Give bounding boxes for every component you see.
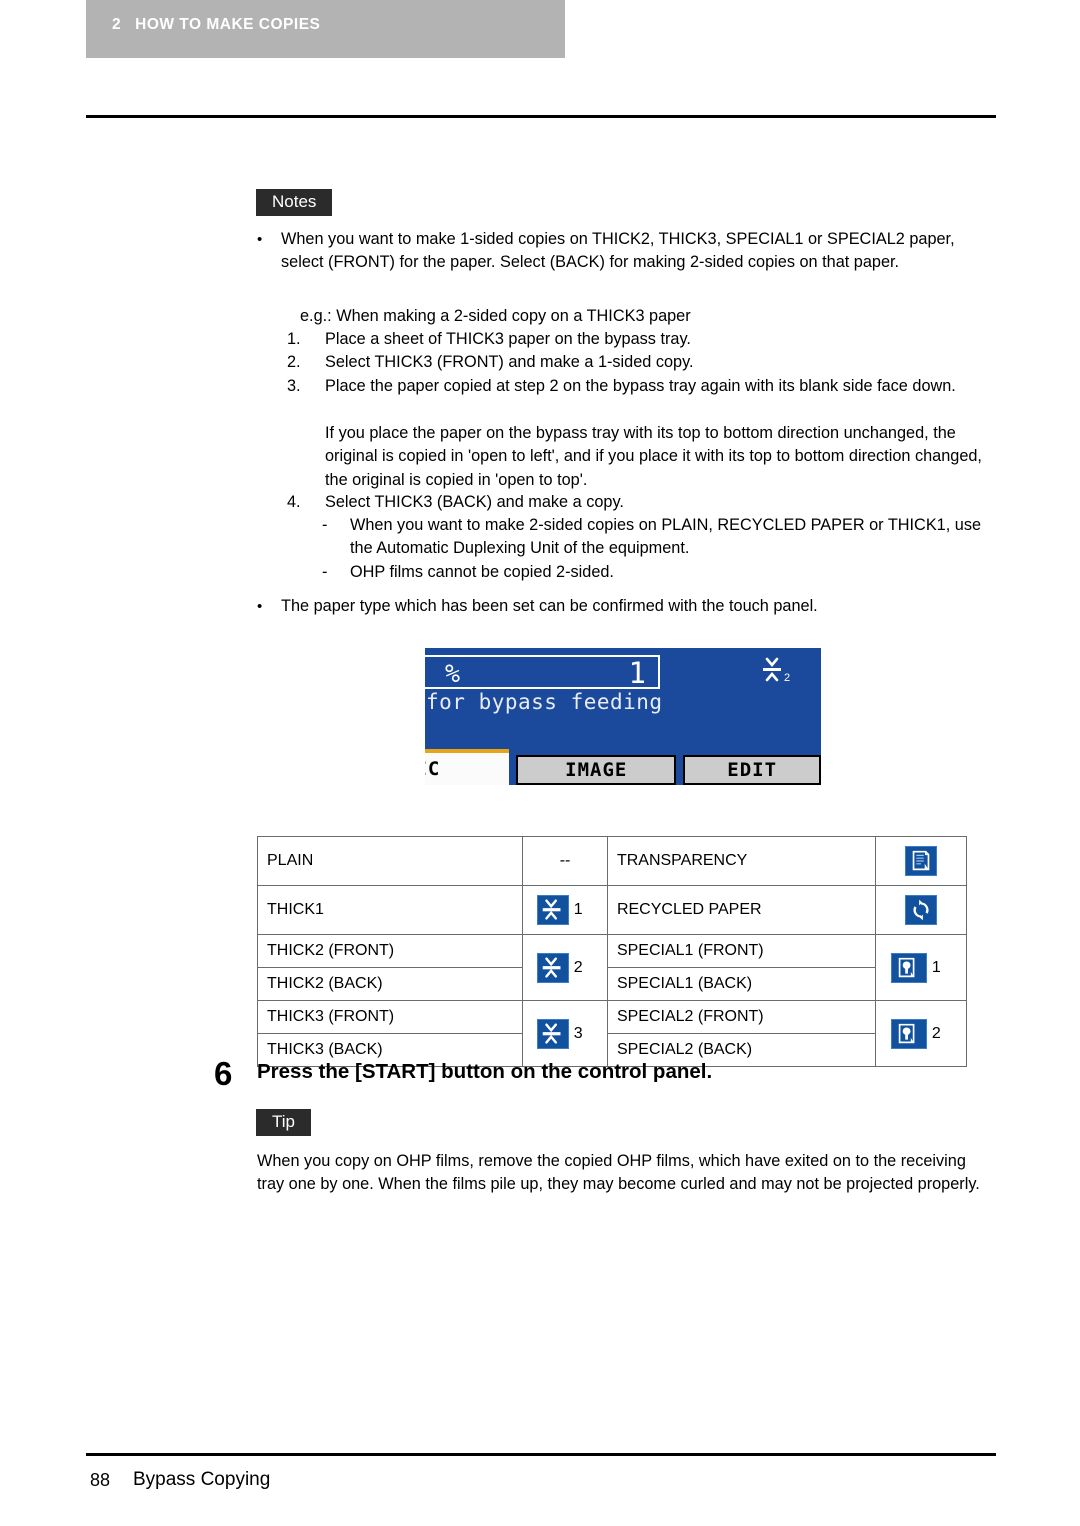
notes-bullet-1-text: When you want to make 1-sided copies on …	[281, 230, 955, 272]
notes-bullet-2: • The paper type which has been set can …	[257, 595, 982, 618]
paper-type-thick2-front: THICK2 (FRONT)	[256, 934, 524, 968]
step-text: Select THICK3 (BACK) and make a copy.	[325, 493, 624, 511]
thick3-icon: 3	[537, 1018, 592, 1049]
thick3-icon-cell: 3	[522, 1000, 608, 1067]
step-marker: 3.	[287, 377, 301, 395]
notes-badge: Notes	[256, 189, 333, 216]
tab-image[interactable]: IMAGE	[516, 755, 677, 785]
notes-step-3: 3. Place the paper copied at step 2 on t…	[287, 375, 987, 398]
percent-label: %	[445, 659, 461, 688]
chapter-title: HOW TO MAKE COPIES	[135, 16, 321, 33]
paper-type-plain: PLAIN	[256, 836, 524, 886]
paper-type-special1-back: SPECIAL1 (BACK)	[606, 967, 877, 1001]
paper-type-table: PLAIN -- TRANSPARENCY THICK1 1 RECYCLED …	[256, 836, 967, 1067]
step-marker: 1.	[287, 330, 301, 348]
lcd-tab-bar[interactable]: SIC IMAGE EDIT	[425, 749, 821, 785]
table-row: THICK2 (FRONT) 2 SPECIAL1 (FRONT) 1	[256, 934, 967, 1001]
special1-subscript: 1	[931, 958, 941, 976]
tip-text: When you copy on OHP films, remove the c…	[257, 1152, 980, 1194]
recycled-icon-cell	[875, 885, 967, 935]
footer-divider-rule	[86, 1453, 996, 1456]
copy-count-value: 1	[628, 656, 646, 690]
notes-subdash-1: - When you want to make 2-sided copies o…	[322, 514, 990, 561]
step-6-title: Press the [START] button on the control …	[257, 1060, 713, 1083]
thick2-subscript: 2	[573, 958, 583, 976]
paper-type-special1-front: SPECIAL1 (FRONT)	[606, 934, 877, 968]
special1-icon-cell: 1	[875, 934, 967, 1001]
paper-type-thick1: THICK1	[256, 885, 524, 935]
table-row: THICK2 (BACK) SPECIAL1 (BACK)	[256, 967, 967, 1001]
table-row: THICK1 1 RECYCLED PAPER	[256, 885, 967, 935]
tab-edit[interactable]: EDIT	[683, 755, 821, 785]
step-text: Place a sheet of THICK3 paper on the byp…	[325, 330, 691, 348]
transparency-icon	[905, 846, 938, 876]
notes-step-4: 4. Select THICK3 (BACK) and make a copy.	[287, 491, 987, 514]
transparency-icon-cell	[875, 836, 967, 886]
chapter-header-bar: 2 HOW TO MAKE COPIES	[86, 0, 565, 58]
special2-subscript: 2	[931, 1024, 941, 1042]
page-number: 88	[90, 1470, 111, 1490]
paper-type-recycled: RECYCLED PAPER	[606, 885, 877, 935]
step-6-number: 6	[214, 1055, 233, 1092]
paper-type-transparency: TRANSPARENCY	[606, 836, 877, 886]
notes-example-line: e.g.: When making a 2-sided copy on a TH…	[300, 307, 691, 325]
footer-section-title: Bypass Copying	[133, 1469, 271, 1490]
notes-step-2: 2. Select THICK3 (FRONT) and make a 1-si…	[287, 351, 987, 374]
table-row: THICK3 (FRONT) 3 SPECIAL2 (FRONT) 2	[256, 1000, 967, 1067]
special1-icon: 1	[891, 952, 950, 983]
step-text: Select THICK3 (FRONT) and make a 1-sided…	[325, 353, 694, 371]
tip-badge: Tip	[256, 1109, 311, 1136]
step-marker: 2.	[287, 353, 301, 371]
thick2-icon: 2	[537, 952, 592, 983]
notes-subdash-2: - OHP films cannot be copied 2-sided.	[322, 561, 990, 584]
thick2-icon-cell: 2	[522, 934, 608, 1001]
step-text: Place the paper copied at step 2 on the …	[325, 377, 956, 395]
step-marker: 4.	[287, 493, 301, 511]
notes-bullet-2-text: The paper type which has been set can be…	[281, 597, 818, 615]
notes-step-3-note: If you place the paper on the bypass tra…	[325, 424, 982, 489]
tab-basic[interactable]: SIC	[425, 749, 510, 785]
svg-text:2: 2	[784, 672, 790, 684]
paper-type-special2-front: SPECIAL2 (FRONT)	[606, 1000, 877, 1034]
paper-type-thick2-back: THICK2 (BACK)	[256, 967, 524, 1001]
chapter-number: 2	[112, 16, 122, 33]
thick1-icon-cell: 1	[522, 885, 608, 935]
thick2-paper-icon: 2	[759, 656, 793, 686]
recycled-paper-icon	[905, 895, 938, 925]
lcd-message-text: for bypass feeding	[426, 690, 663, 714]
dash-marker-icon: -	[322, 563, 328, 581]
header-divider-rule	[86, 115, 996, 118]
plain-icon-cell: --	[522, 836, 608, 886]
notes-subdash-1-text: When you want to make 2-sided copies on …	[350, 516, 982, 558]
table-row: PLAIN -- TRANSPARENCY	[256, 836, 967, 886]
thick1-subscript: 1	[573, 901, 583, 919]
thick1-icon: 1	[537, 895, 592, 925]
notes-bullet-1: • When you want to make 1-sided copies o…	[257, 228, 979, 275]
chapter-header-text: 2 HOW TO MAKE COPIES	[112, 16, 320, 34]
paper-type-thick3-front: THICK3 (FRONT)	[256, 1000, 524, 1034]
special2-icon: 2	[891, 1018, 950, 1049]
lcd-touch-panel: % 1 for bypass feeding 2 SIC IMAGE EDIT	[425, 648, 821, 785]
bullet-marker-icon: •	[257, 598, 263, 615]
special2-icon-cell: 2	[875, 1000, 967, 1067]
bullet-marker-icon: •	[257, 231, 263, 248]
dash-marker-icon: -	[322, 516, 328, 534]
lcd-ratio-field: % 1	[425, 655, 660, 690]
notes-step-1: 1. Place a sheet of THICK3 paper on the …	[287, 328, 987, 351]
thick3-subscript: 3	[573, 1024, 583, 1042]
notes-subdash-2-text: OHP films cannot be copied 2-sided.	[350, 563, 614, 581]
